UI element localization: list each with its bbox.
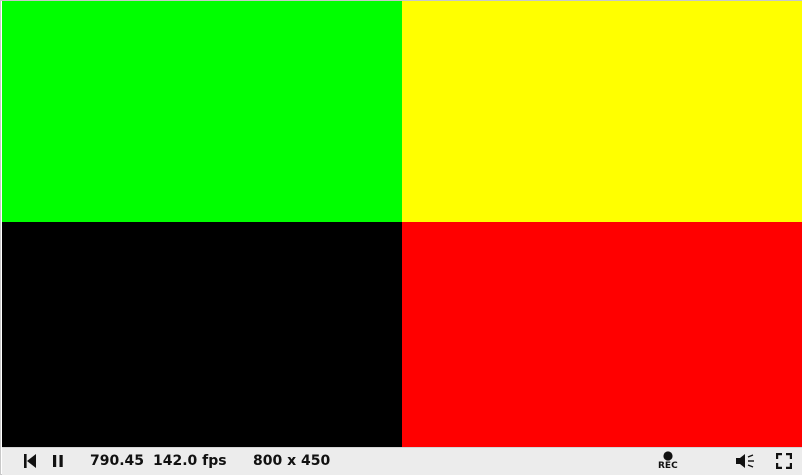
record-label: REC [658, 461, 678, 471]
record-button[interactable]: REC [656, 450, 682, 474]
control-bar: 790.45 142.0 fps 800 x 450 REC [2, 447, 802, 475]
time-readout: 790.45 [90, 453, 145, 469]
quadrant-top-left [2, 1, 402, 222]
resolution-readout: 800 x 450 [253, 453, 331, 469]
restart-button[interactable] [22, 453, 38, 469]
volume-icon [736, 454, 754, 468]
render-canvas[interactable] [2, 1, 802, 447]
volume-button[interactable] [734, 452, 756, 470]
fullscreen-button[interactable] [775, 452, 793, 470]
fullscreen-icon [775, 452, 793, 470]
player-window: 790.45 142.0 fps 800 x 450 REC [0, 0, 802, 475]
fps-readout: 142.0 fps [153, 453, 227, 469]
pause-icon [53, 455, 63, 467]
quadrant-bottom-left [2, 222, 402, 447]
pause-button[interactable] [50, 453, 66, 469]
quadrant-top-right [402, 1, 802, 222]
quadrant-bottom-right [402, 222, 802, 447]
skip-back-icon [24, 454, 36, 468]
